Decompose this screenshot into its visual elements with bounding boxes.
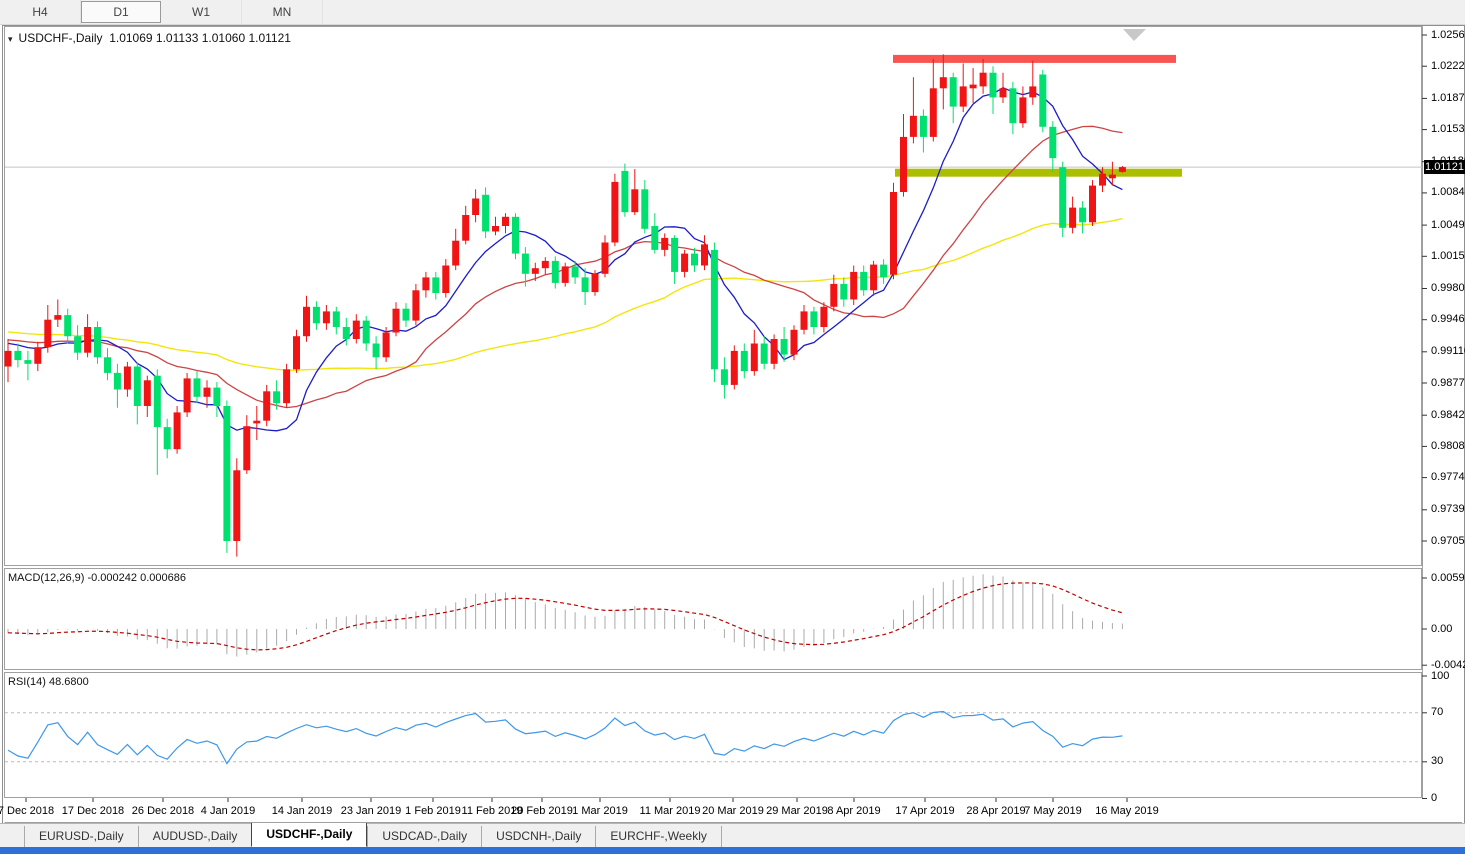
taskbar-strip [0,847,1465,854]
symbol-tab-usdchf[interactable]: USDCHF-,Daily [251,822,368,847]
symbol-tab-usdcnh[interactable]: USDCNH-,Daily [481,826,595,847]
symbol-tab-usdcad[interactable]: USDCAD-,Daily [367,826,481,847]
macd-pane[interactable] [5,569,1421,669]
symbol-tab-bar: EURUSD-,Daily AUDUSD-,Daily USDCHF-,Dail… [0,822,1465,847]
trading-terminal: H4 D1 W1 MN ▾ USDCHF-,Daily 1.01069 1.011… [0,0,1465,854]
rsi-pane[interactable] [5,673,1421,797]
time-axis-strip[interactable] [5,799,1421,821]
symbol-tab-eurusd[interactable]: EURUSD-,Daily [24,826,138,847]
price-pane[interactable] [5,27,1421,565]
price-axis-strip[interactable] [1423,27,1463,797]
symbol-tab-audusd[interactable]: AUDUSD-,Daily [137,826,252,847]
symbol-tab-eurchf[interactable]: EURCHF-,Weekly [595,826,722,847]
current-price-badge: 1.01121 [1424,160,1465,175]
